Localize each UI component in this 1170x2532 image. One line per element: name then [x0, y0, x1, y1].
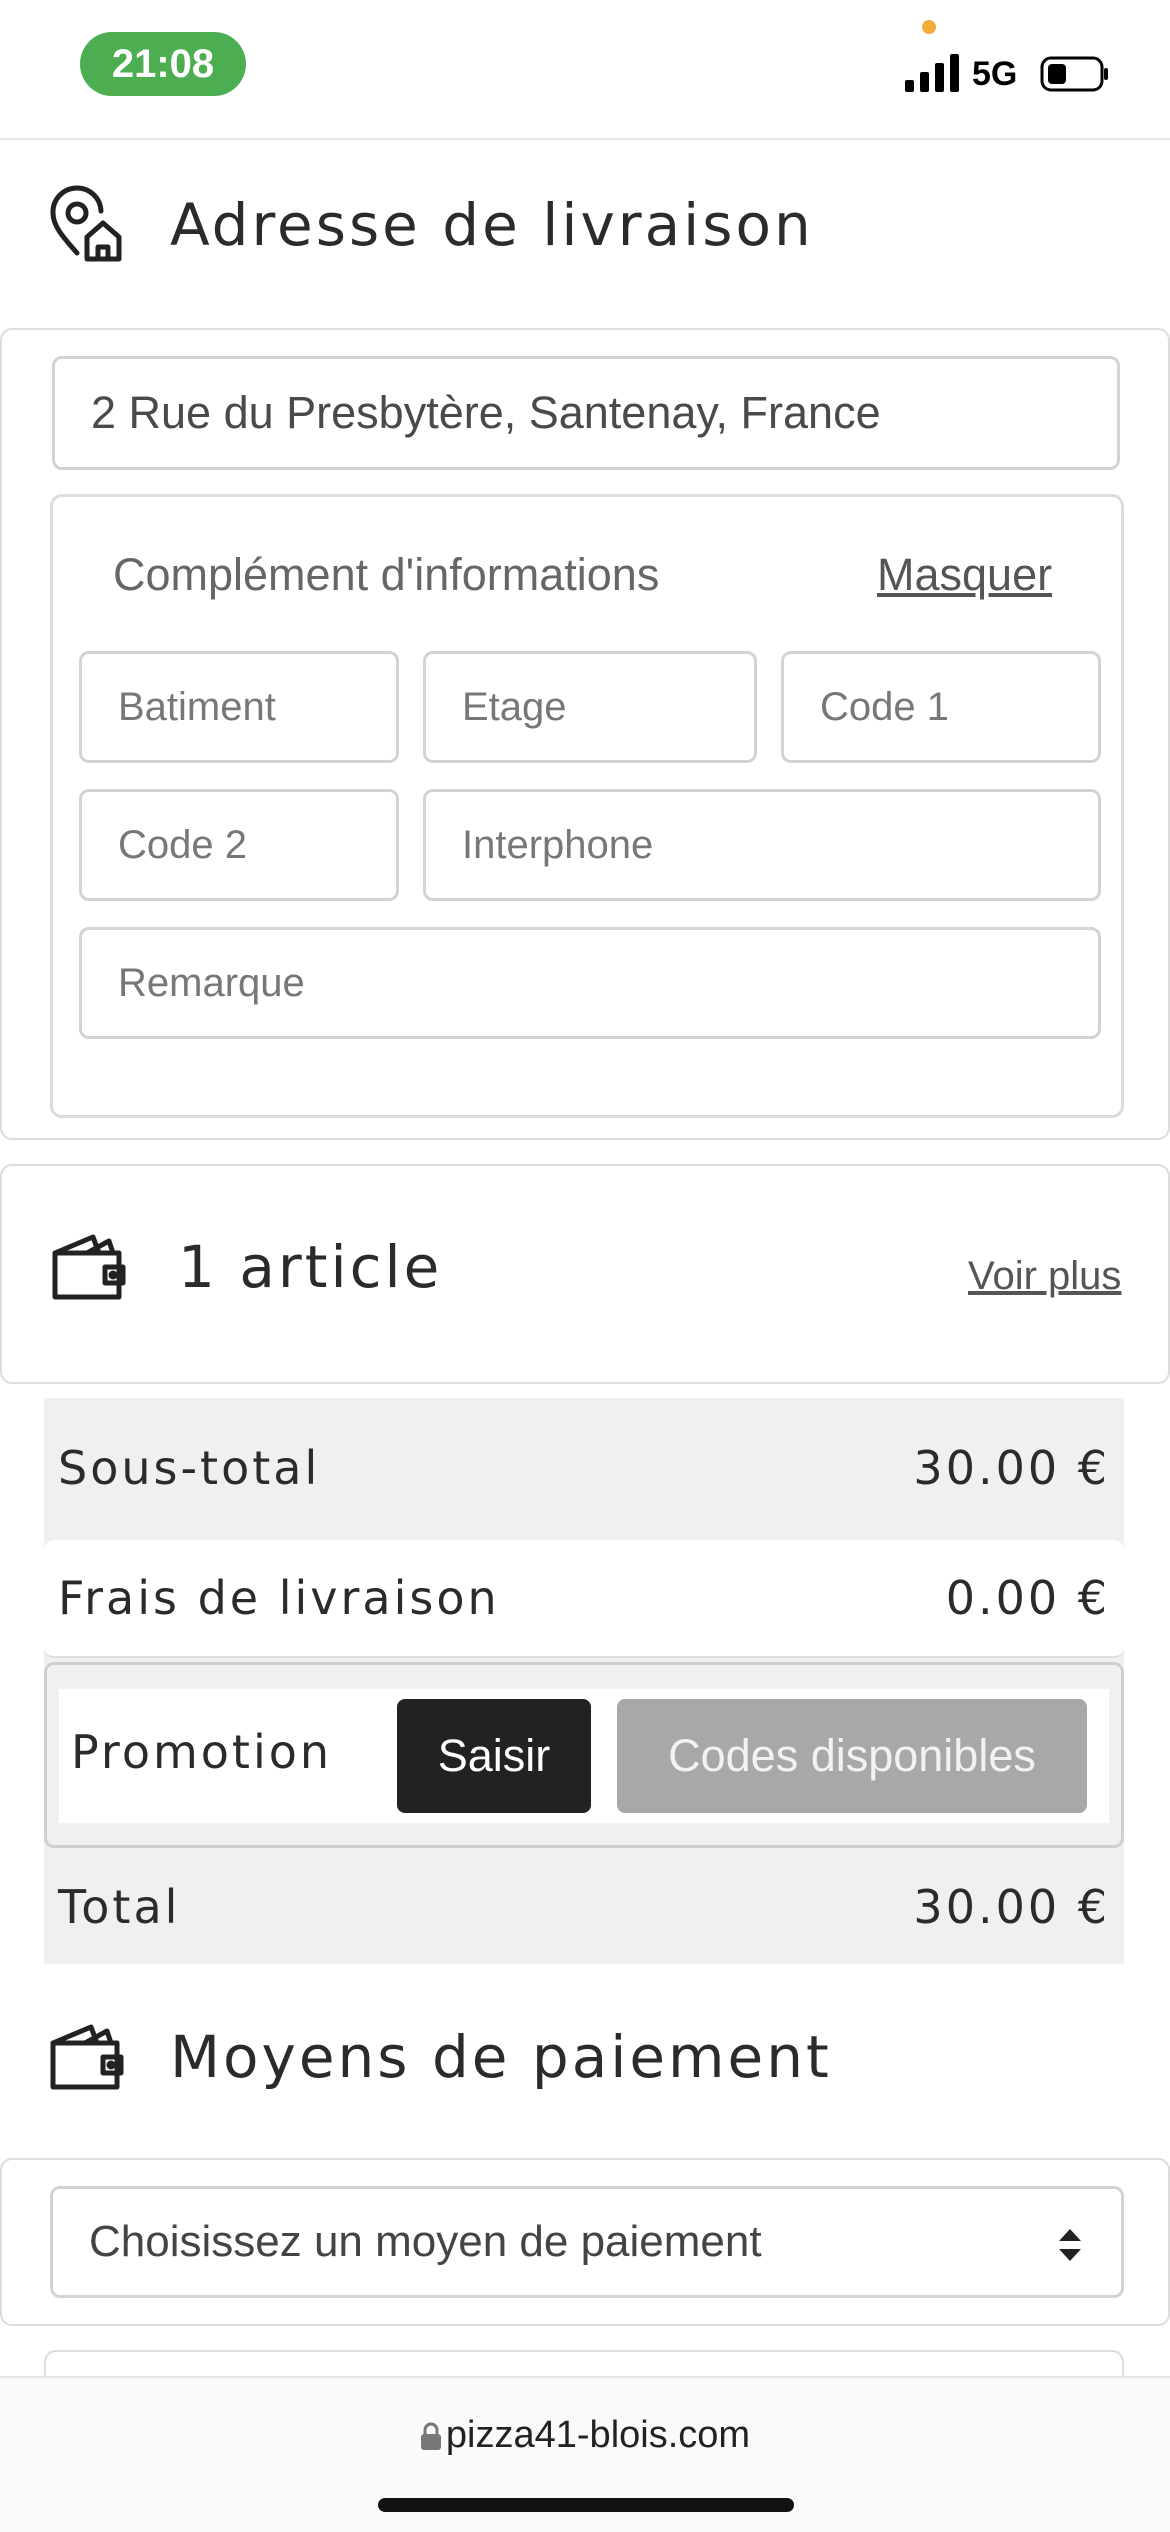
delivery-header: Adresse de livraison — [40, 180, 814, 270]
network-type: 5G — [972, 55, 1018, 93]
payment-header: Moyens de paiement — [40, 2012, 832, 2102]
building-input[interactable]: Batiment — [79, 651, 399, 763]
battery-icon — [1040, 56, 1108, 92]
promotion-box: Promotion Saisir Codes disponibles — [44, 1662, 1124, 1848]
intercom-input[interactable]: Interphone — [423, 789, 1101, 901]
order-summary: Sous-total 30.00 € Frais de livraison 0.… — [44, 1398, 1124, 1964]
floor-input[interactable]: Etage — [423, 651, 757, 763]
delivery-title: Adresse de livraison — [170, 191, 814, 259]
total-label: Total — [58, 1880, 181, 1934]
wallet-icon — [42, 1222, 132, 1312]
delivery-fee-row: Frais de livraison 0.00 € — [44, 1540, 1124, 1658]
url-text: pizza41-blois.com — [445, 2414, 751, 2456]
payment-card: Choisissez un moyen de paiement — [0, 2158, 1170, 2326]
subtotal-row: Sous-total 30.00 € — [44, 1398, 1124, 1538]
lock-icon — [420, 2422, 441, 2450]
signal-icon — [905, 54, 959, 92]
see-more-link[interactable]: Voir plus — [968, 1254, 1121, 1299]
promotion-inner: Promotion Saisir Codes disponibles — [59, 1689, 1109, 1823]
url-bar[interactable]: pizza41-blois.com — [0, 2414, 1170, 2457]
total-value: 30.00 € — [913, 1880, 1110, 1934]
remark-input[interactable]: Remarque — [79, 927, 1101, 1039]
code2-input[interactable]: Code 2 — [79, 789, 399, 901]
cart-card[interactable]: 1 article Voir plus — [0, 1164, 1170, 1384]
promotion-label: Promotion — [71, 1725, 333, 1779]
delivery-fee-value: 0.00 € — [945, 1571, 1110, 1625]
cart-header: 1 article — [42, 1222, 442, 1312]
home-indicator[interactable] — [378, 2498, 794, 2512]
enter-code-button[interactable]: Saisir — [397, 1699, 591, 1813]
status-time: 21:08 — [80, 32, 246, 96]
hide-details-link[interactable]: Masquer — [877, 549, 1052, 601]
wallet-icon — [40, 2012, 130, 2102]
cart-title: 1 article — [178, 1233, 443, 1301]
payment-method-select[interactable]: Choisissez un moyen de paiement — [50, 2186, 1124, 2298]
total-row: Total 30.00 € — [44, 1850, 1124, 1964]
payment-select-value: Choisissez un moyen de paiement — [89, 2217, 762, 2266]
location-home-icon — [40, 180, 130, 270]
address-input[interactable]: 2 Rue du Presbytère, Santenay, France — [52, 356, 1120, 470]
subtotal-value: 30.00 € — [913, 1441, 1110, 1495]
select-arrows-icon — [1059, 2229, 1081, 2261]
browser-bottom-bar: pizza41-blois.com — [0, 2376, 1170, 2532]
subtotal-label: Sous-total — [58, 1441, 321, 1495]
details-title: Complément d'informations — [113, 549, 660, 600]
privacy-indicator-dot — [922, 20, 936, 34]
available-codes-button[interactable]: Codes disponibles — [617, 1699, 1087, 1813]
status-bar: 21:08 5G — [0, 0, 1170, 140]
details-panel: Complément d'informations Masquer Batime… — [50, 494, 1124, 1118]
delivery-card: 2 Rue du Presbytère, Santenay, France Co… — [0, 328, 1170, 1140]
delivery-fee-label: Frais de livraison — [58, 1571, 500, 1625]
payment-title: Moyens de paiement — [170, 2023, 832, 2091]
code1-input[interactable]: Code 1 — [781, 651, 1101, 763]
